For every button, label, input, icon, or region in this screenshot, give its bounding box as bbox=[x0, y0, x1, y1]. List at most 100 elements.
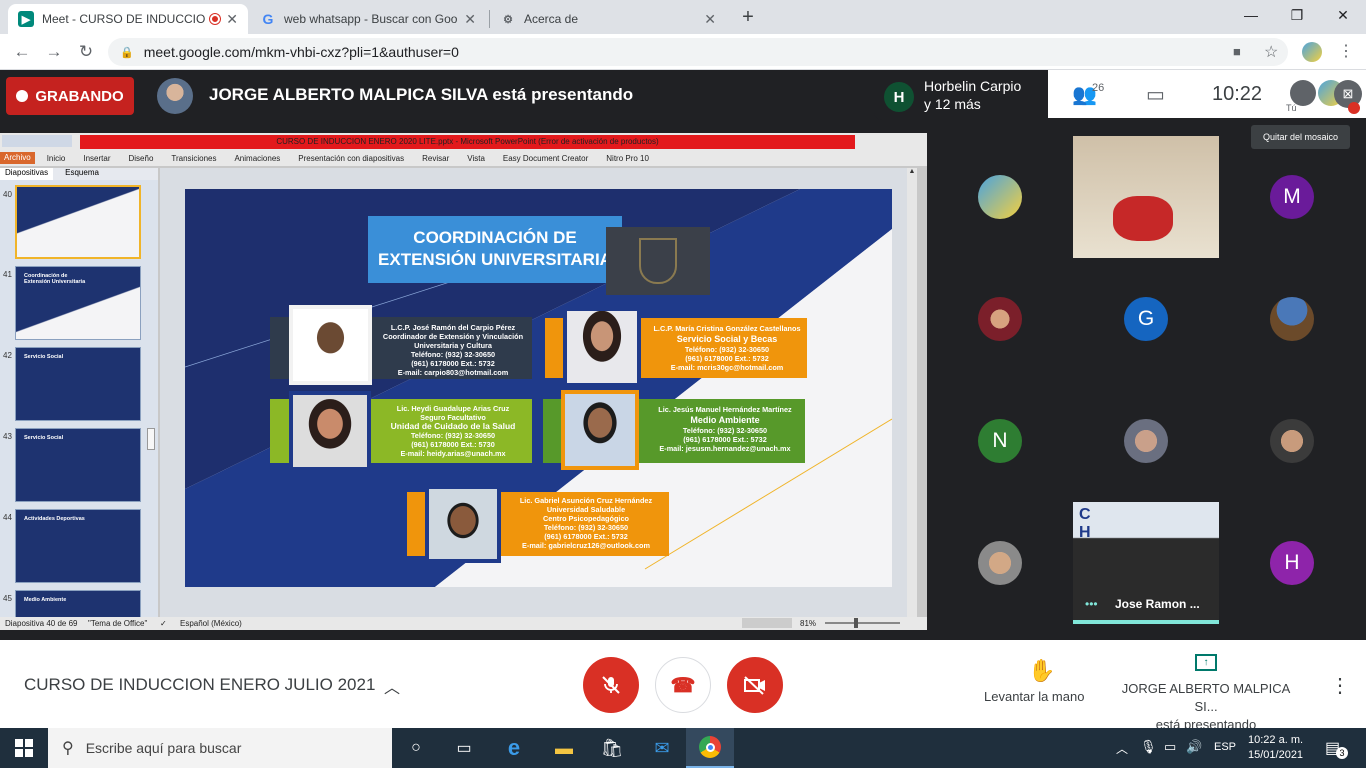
participant-summary[interactable]: H Horbelin Carpio y 12 más bbox=[874, 70, 1049, 120]
card-phone: Teléfono: (932) 32-30650 bbox=[543, 523, 629, 532]
lock-icon: 🔒 bbox=[120, 46, 134, 59]
camera-icon[interactable]: ■ bbox=[1233, 44, 1241, 59]
present-screen-icon[interactable]: ↑ bbox=[1195, 654, 1217, 671]
participant-tile[interactable] bbox=[927, 258, 1073, 380]
ribbon-tab-presentacion[interactable]: Presentación con diapositivas bbox=[298, 154, 404, 163]
tray-chevron-icon[interactable]: ︿ bbox=[1116, 740, 1128, 757]
raise-hand-label[interactable]: Levantar la mano bbox=[984, 689, 1084, 704]
ribbon-tab-insertar[interactable]: Insertar bbox=[83, 154, 110, 163]
tab-diapositivas[interactable]: Diapositivas bbox=[0, 168, 54, 180]
chevron-up-icon[interactable]: ︿ bbox=[384, 674, 400, 698]
thumb-scrollbar[interactable] bbox=[147, 428, 155, 450]
mic-off-button[interactable] bbox=[583, 657, 639, 713]
slide-thumb-42[interactable]: Servicio Social bbox=[15, 347, 141, 421]
windows-start-icon[interactable] bbox=[0, 728, 48, 768]
zoom-slider-thumb[interactable] bbox=[854, 618, 858, 628]
leave-call-button[interactable]: ☎ bbox=[655, 657, 711, 713]
cortana-icon[interactable]: ○ bbox=[392, 728, 440, 768]
forward-arrow-icon[interactable]: → bbox=[42, 40, 66, 64]
camera-off-icon bbox=[744, 676, 765, 695]
participant-photo bbox=[1270, 297, 1314, 341]
microphone-icon[interactable]: 🎙 bbox=[1140, 739, 1157, 755]
slide-thumb-43[interactable]: Servicio Social bbox=[15, 428, 141, 502]
clock-time: 10:22 a. m. bbox=[1248, 734, 1304, 746]
participant-tile[interactable] bbox=[927, 136, 1073, 258]
slide-thumb-41[interactable]: Coordinación de Extensión Universitaria bbox=[15, 266, 141, 340]
card-phone: Teléfono: (932) 32-30650 bbox=[410, 431, 496, 440]
system-clock[interactable]: 10:22 a. m. 15/01/2021 bbox=[1248, 733, 1303, 763]
ribbon-tab-easy-document[interactable]: Easy Document Creator bbox=[503, 154, 588, 163]
profile-avatar[interactable] bbox=[1302, 42, 1322, 62]
ribbon-tab-vista[interactable]: Vista bbox=[467, 154, 485, 163]
close-tab-icon[interactable]: ✕ bbox=[704, 11, 716, 28]
participant-tile[interactable] bbox=[1073, 380, 1219, 502]
volume-icon[interactable]: 🔊 bbox=[1186, 739, 1202, 755]
participant-photo bbox=[978, 175, 1022, 219]
tab-about[interactable]: ⚙ Acerca de ✕ bbox=[490, 4, 726, 34]
tab-whatsapp-search[interactable]: G web whatsapp - Buscar con Goo ✕ bbox=[250, 4, 486, 34]
more-options-icon[interactable]: ⋮ bbox=[1330, 673, 1350, 698]
tab-title: Acerca de bbox=[524, 12, 579, 26]
card-role: Universidad Saludable bbox=[546, 505, 626, 514]
presentation-status[interactable]: JORGE ALBERTO MALPICA SI... está present… bbox=[1111, 680, 1301, 734]
slide-canvas: COORDINACIÓN DE EXTENSIÓN UNIVERSITARIA … bbox=[185, 189, 892, 587]
restore-icon[interactable]: ❐ bbox=[1274, 0, 1320, 30]
tab-esquema[interactable]: Esquema bbox=[53, 168, 111, 180]
video-frame-content bbox=[1113, 196, 1173, 241]
participant-tile[interactable]: G bbox=[1073, 258, 1219, 380]
camera-off-button[interactable] bbox=[727, 657, 783, 713]
participant-tile[interactable] bbox=[1219, 380, 1365, 502]
edge-icon[interactable]: e bbox=[490, 728, 538, 768]
chat-icon[interactable]: ▭ bbox=[1146, 82, 1165, 107]
close-tab-icon[interactable]: ✕ bbox=[226, 11, 238, 28]
ribbon-tab-animaciones[interactable]: Animaciones bbox=[234, 154, 280, 163]
close-window-icon[interactable]: ✕ bbox=[1320, 0, 1366, 30]
ribbon-tab-transiciones[interactable]: Transiciones bbox=[171, 154, 216, 163]
taskbar-search[interactable]: ⚲ Escribe aquí para buscar bbox=[48, 728, 392, 768]
scroll-up-icon[interactable]: ▲ bbox=[907, 168, 917, 180]
view-buttons[interactable] bbox=[742, 618, 792, 628]
quick-access-toolbar[interactable] bbox=[2, 135, 72, 147]
thumb-number: 45 bbox=[3, 594, 12, 603]
task-view-icon[interactable]: ▭ bbox=[440, 728, 488, 768]
zoom-slider[interactable] bbox=[825, 622, 900, 624]
tab-meet[interactable]: ▶ Meet - CURSO DE INDUCCIO ✕ bbox=[8, 4, 248, 34]
participant-tile[interactable]: N bbox=[927, 380, 1073, 502]
participant-video-tile[interactable] bbox=[1073, 136, 1219, 258]
ribbon-tab-inicio[interactable]: Inicio bbox=[47, 154, 66, 163]
card-phone: Teléfono: (932) 32-30650 bbox=[684, 345, 770, 354]
network-icon[interactable]: ▭ bbox=[1164, 739, 1176, 755]
ribbon-tab-nitro[interactable]: Nitro Pro 10 bbox=[606, 154, 649, 163]
ribbon-tab-archivo[interactable]: Archivo bbox=[0, 152, 35, 164]
slide-heading: COORDINACIÓN DE EXTENSIÓN UNIVERSITARIA bbox=[368, 216, 622, 283]
slide-thumb-45[interactable]: Medio Ambiente bbox=[15, 590, 141, 617]
bookmark-star-icon[interactable]: ☆ bbox=[1264, 42, 1278, 62]
minimize-icon[interactable]: — bbox=[1228, 0, 1274, 30]
participant-tile[interactable]: M bbox=[1219, 136, 1365, 258]
card-role2: Centro Psicopedagógico bbox=[543, 514, 629, 523]
ribbon-tab-revisar[interactable]: Revisar bbox=[422, 154, 449, 163]
slide-scrollbar[interactable] bbox=[907, 168, 917, 617]
slide-thumb-40[interactable] bbox=[15, 185, 141, 259]
mail-icon[interactable]: ✉ bbox=[638, 728, 686, 768]
raise-hand-icon[interactable]: ✋ bbox=[1028, 658, 1055, 684]
reload-icon[interactable]: ↻ bbox=[74, 40, 98, 64]
participant-tile[interactable] bbox=[927, 502, 1073, 624]
close-tab-icon[interactable]: ✕ bbox=[464, 11, 476, 28]
new-tab-icon[interactable]: + bbox=[736, 6, 760, 30]
language-indicator[interactable]: ESP bbox=[1214, 741, 1236, 753]
participant-tile[interactable]: H bbox=[1219, 502, 1365, 624]
participant-video-tile-jose[interactable]: CH ••• Jose Ramon ... bbox=[1073, 502, 1219, 624]
participant-tile[interactable] bbox=[1219, 258, 1365, 380]
store-icon[interactable]: 🛍 bbox=[588, 728, 636, 768]
back-arrow-icon[interactable]: ← bbox=[10, 40, 34, 64]
address-bar[interactable]: 🔒 meet.google.com/mkm-vhbi-cxz?pli=1&aut… bbox=[108, 38, 1288, 66]
ribbon-tab-diseno[interactable]: Diseño bbox=[129, 154, 154, 163]
spellcheck-icon[interactable]: ✓ bbox=[160, 619, 167, 628]
participant-photo bbox=[978, 297, 1022, 341]
slide-thumb-44[interactable]: Actividades Deportivas bbox=[15, 509, 141, 583]
browser-menu-icon[interactable]: ⋮ bbox=[1338, 41, 1354, 61]
chrome-icon[interactable] bbox=[686, 728, 734, 768]
thumb-number: 44 bbox=[3, 513, 12, 522]
file-explorer-icon[interactable]: ▬ bbox=[540, 728, 588, 768]
